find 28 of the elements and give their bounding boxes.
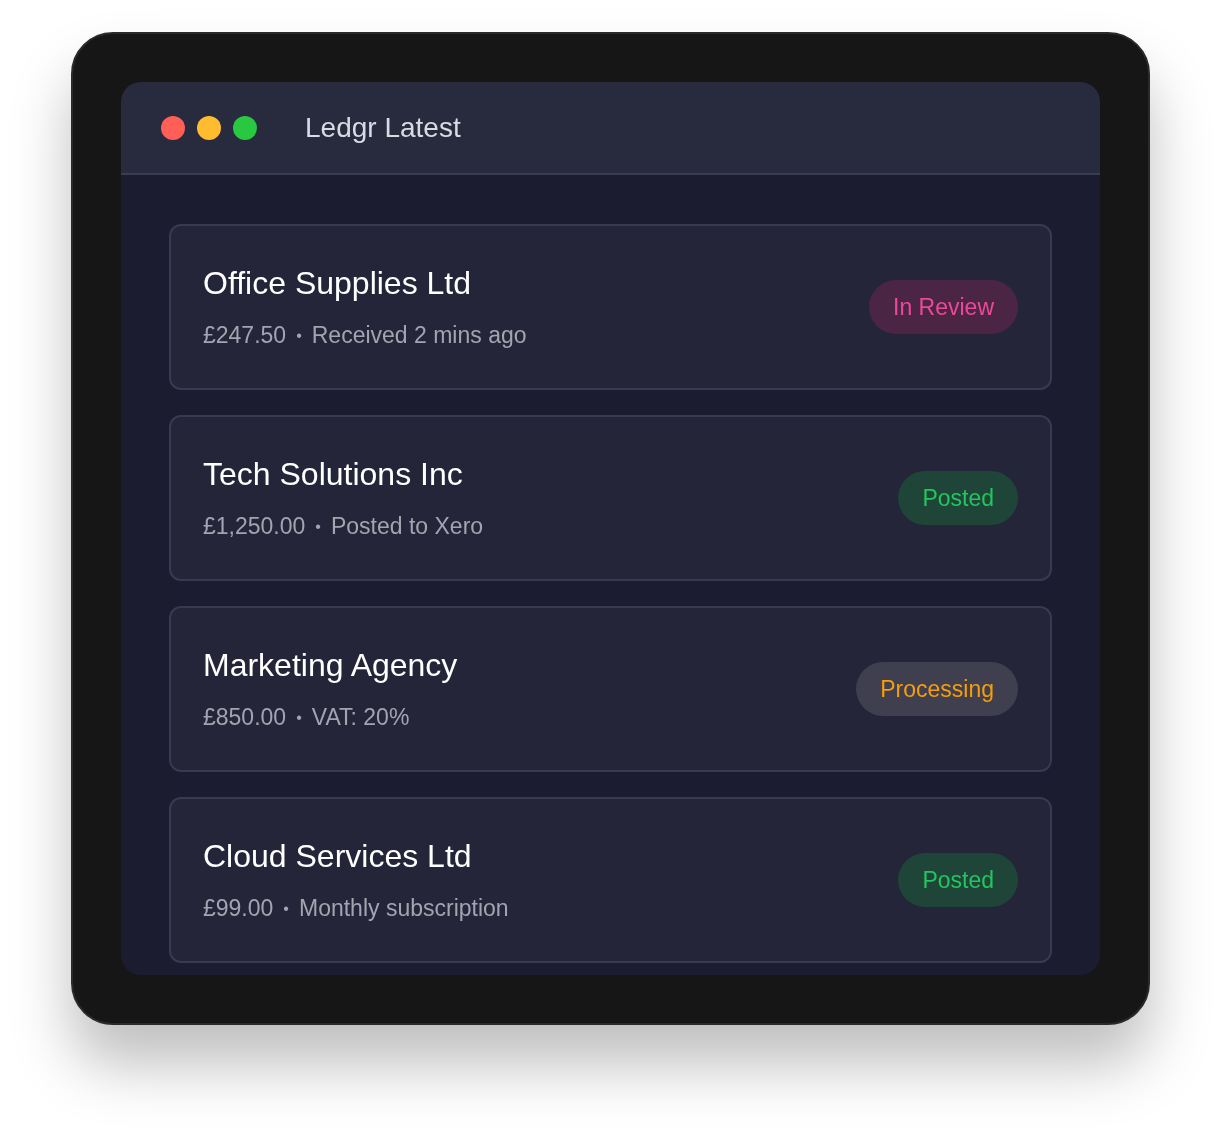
separator: • — [315, 517, 321, 536]
invoice-card[interactable]: Office Supplies Ltd £247.50 • Received 2 mins ago In Review — [169, 224, 1052, 390]
vendor-name: Cloud Services Ltd — [203, 838, 473, 875]
status-badge: Posted — [898, 471, 1018, 525]
amount: £99.00 — [203, 895, 274, 922]
amount: £1,250.00 — [203, 513, 306, 540]
invoice-card[interactable]: Cloud Services Ltd £99.00 • Monthly subscription Posted — [169, 797, 1052, 963]
status-badge: Posted — [898, 853, 1018, 907]
separator: • — [296, 326, 302, 345]
vendor-name: Office Supplies Ltd — [203, 265, 472, 302]
status-badge: Processing — [856, 662, 1018, 716]
vendor-name: Marketing Agency — [203, 647, 458, 684]
detail: Posted to Xero — [330, 513, 484, 540]
separator: • — [296, 708, 302, 727]
detail: VAT: 20% — [311, 704, 410, 731]
detail: Monthly subscription — [298, 895, 509, 922]
vendor-name: Tech Solutions Inc — [203, 456, 464, 493]
minimize-button[interactable] — [197, 115, 221, 140]
invoice-card[interactable]: Tech Solutions Inc £1,250.00 • Posted to Xero Posted — [169, 415, 1052, 581]
close-button[interactable] — [161, 115, 185, 140]
detail: Received 2 mins ago — [311, 322, 527, 349]
window-title: Ledgr Latest — [305, 111, 461, 144]
maximize-button[interactable] — [233, 115, 257, 140]
amount: £247.50 — [203, 322, 287, 349]
invoice-card[interactable]: Marketing Agency £850.00 • VAT: 20% Processing — [169, 606, 1052, 772]
separator: • — [283, 899, 289, 918]
status-badge: In Review — [869, 280, 1018, 334]
amount: £850.00 — [203, 704, 287, 731]
